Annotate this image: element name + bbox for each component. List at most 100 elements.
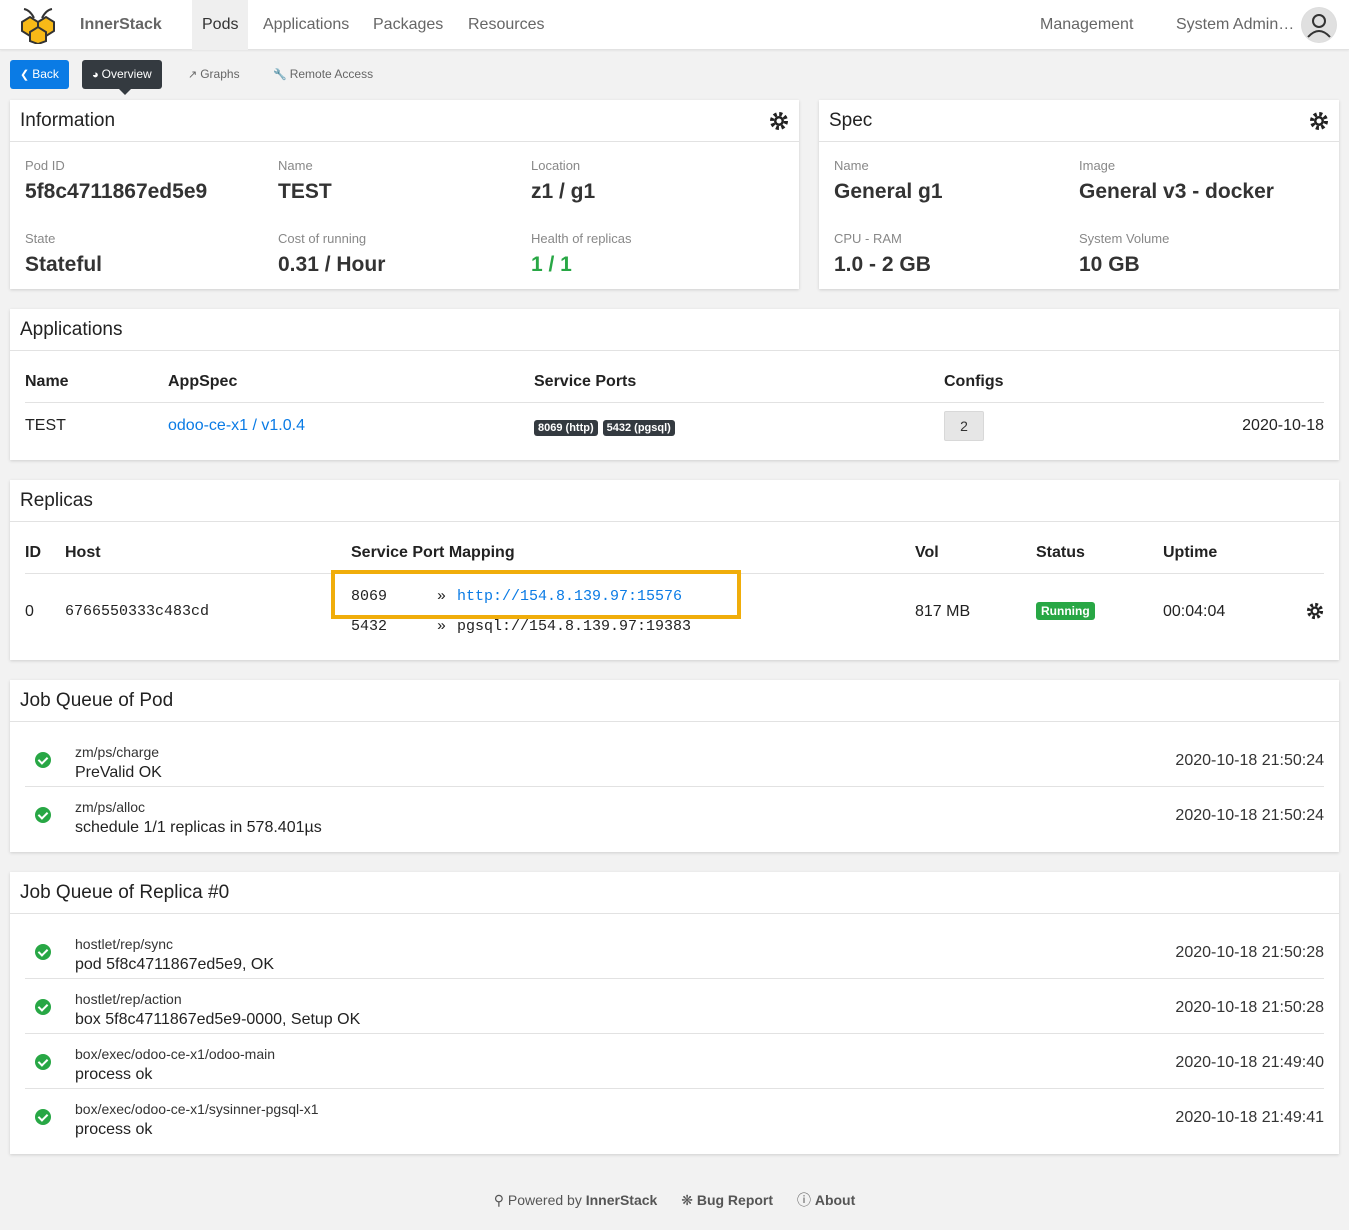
tab-graphs[interactable]: ↗ Graphs (178, 60, 250, 89)
job-name: hostlet/rep/sync (75, 936, 174, 952)
list-item: hostlet/rep/action box 5f8c4711867ed5e9-… (25, 979, 1324, 1034)
gear-icon[interactable] (769, 111, 789, 131)
gear-icon[interactable] (1306, 602, 1324, 620)
highlight-box (331, 570, 741, 619)
field-value: 1.0 - 2 GB (834, 253, 931, 276)
chart-icon: ↗ (188, 69, 198, 81)
powered-label: Powered by (507, 1192, 582, 1208)
list-item: hostlet/rep/sync pod 5f8c4711867ed5e9, O… (25, 924, 1324, 979)
job-name: box/exec/odoo-ce-x1/sysinner-pgsql-x1 (75, 1101, 319, 1117)
job-time: 2020-10-18 21:50:28 (1175, 999, 1324, 1016)
check-circle-icon (35, 752, 51, 768)
information-title: Information (20, 110, 116, 131)
cpu-ram-field: CPU - RAM 1.0 - 2 GB (834, 231, 931, 277)
field-value: General v3 - docker (1079, 180, 1274, 203)
field-value: 0.31 / Hour (278, 253, 386, 276)
back-button[interactable]: ❮ Back (10, 60, 69, 89)
col-header-appspec: AppSpec (168, 373, 238, 390)
wrench-icon: 🔧 (273, 69, 287, 81)
status-badge: Running (1036, 602, 1095, 620)
spec-title: Spec (829, 110, 873, 131)
image-field: Image General v3 - docker (1079, 158, 1274, 204)
dashboard-icon: ◕ (92, 69, 99, 81)
field-label: Health of replicas (531, 231, 632, 246)
nav-management[interactable]: Management (1030, 0, 1143, 50)
replica-vol: 817 MB (915, 603, 971, 620)
replica-job-queue-header: Job Queue of Replica #0 (10, 872, 1339, 914)
back-arrow-icon: ❮ (20, 69, 30, 81)
job-message: process ok (75, 1121, 153, 1138)
list-item: zm/ps/charge PreValid OK 2020-10-18 21:5… (25, 732, 1324, 787)
powered-brand: InnerStack (585, 1192, 658, 1208)
col-header-configs: Configs (944, 373, 1004, 390)
col-header-name: Name (25, 373, 69, 390)
check-circle-icon (35, 807, 51, 823)
mapping-port: 5432 (351, 618, 388, 635)
nav-pods[interactable]: Pods (192, 0, 249, 50)
brand-name[interactable]: InnerStack (80, 16, 162, 34)
app-name: TEST (25, 417, 66, 434)
field-value: 5f8c4711867ed5e9 (25, 180, 208, 203)
job-message: process ok (75, 1066, 153, 1083)
nav-user-menu[interactable]: System Admin… (1166, 0, 1304, 50)
applications-title: Applications (20, 319, 123, 340)
check-circle-icon (35, 999, 51, 1015)
mapping-arrow: » (437, 618, 447, 635)
field-value: z1 / g1 (531, 180, 596, 203)
replica-job-queue-title: Job Queue of Replica #0 (20, 882, 230, 903)
bug-report-label: Bug Report (696, 1192, 774, 1208)
bug-icon: ❋ (681, 1192, 693, 1208)
field-label: Name (834, 158, 869, 173)
nav-packages[interactable]: Packages (363, 0, 453, 50)
check-circle-icon (35, 1054, 51, 1070)
gear-icon[interactable] (1309, 111, 1329, 131)
field-value: 10 GB (1079, 253, 1140, 276)
field-value: TEST (278, 180, 332, 203)
user-avatar-icon[interactable] (1301, 7, 1337, 43)
powered-by[interactable]: ⚲ Powered by InnerStack (494, 1192, 658, 1208)
nav-resources[interactable]: Resources (458, 0, 554, 50)
field-label: Location (531, 158, 581, 173)
field-label: Cost of running (278, 231, 367, 246)
applications-card: Applications Name AppSpec Service Ports … (10, 309, 1339, 460)
replicas-card: Replicas ID Host Service Port Mapping Vo… (10, 480, 1339, 660)
col-header-uptime: Uptime (1163, 544, 1218, 561)
innerstack-logo-icon[interactable] (12, 8, 64, 44)
information-card-header: Information (10, 100, 799, 142)
field-label: Name (278, 158, 313, 173)
field-value: General g1 (834, 180, 943, 203)
configs-button[interactable]: 2 (944, 411, 984, 441)
appspec-link[interactable]: odoo-ce-x1 / v1.0.4 (168, 417, 305, 435)
job-name: zm/ps/charge (75, 744, 160, 760)
footer: ⚲ Powered by InnerStack ❋ Bug Report ⓘ A… (0, 1190, 1349, 1210)
tab-graphs-label: Graphs (200, 67, 240, 81)
job-time: 2020-10-18 21:50:28 (1175, 944, 1324, 961)
app-date: 2020-10-18 (1242, 417, 1324, 434)
pod-job-queue-header: Job Queue of Pod (10, 680, 1339, 722)
status-cell: Running (1036, 602, 1095, 620)
tab-overview[interactable]: ◕ Overview (82, 60, 162, 89)
col-header-port-mapping: Service Port Mapping (351, 544, 515, 561)
check-circle-icon (35, 1109, 51, 1125)
tab-remote-access[interactable]: 🔧 Remote Access (263, 60, 383, 89)
spec-card-header: Spec (819, 100, 1339, 142)
job-name: box/exec/odoo-ce-x1/odoo-main (75, 1046, 276, 1062)
port-badge: 8069 (http) (534, 420, 598, 436)
information-card: Information Pod ID 5f8c4711867ed5e9 Name T… (10, 100, 799, 289)
col-header-id: ID (25, 544, 41, 561)
job-time: 2020-10-18 21:49:41 (1175, 1109, 1324, 1126)
field-value: 1 / 1 (531, 253, 572, 276)
port-badge: 5432 (pgsql) (602, 420, 675, 436)
spec-card: Spec Name General g1 Image General v3 - do… (819, 100, 1339, 289)
job-message: schedule 1/1 replicas in 578.401µs (75, 819, 322, 836)
about-link[interactable]: ⓘ About (797, 1192, 855, 1208)
nav-applications[interactable]: Applications (253, 0, 359, 50)
location-field: Location z1 / g1 (531, 158, 595, 204)
tab-overview-label: Overview (101, 67, 152, 81)
bug-report-link[interactable]: ❋ Bug Report (681, 1192, 773, 1208)
col-header-vol: Vol (915, 544, 939, 561)
applications-card-header: Applications (10, 309, 1339, 351)
list-item: box/exec/odoo-ce-x1/sysinner-pgsql-x1 pr… (25, 1089, 1324, 1144)
pod-name-field: Name TEST (278, 158, 332, 204)
check-circle-icon (35, 944, 51, 960)
